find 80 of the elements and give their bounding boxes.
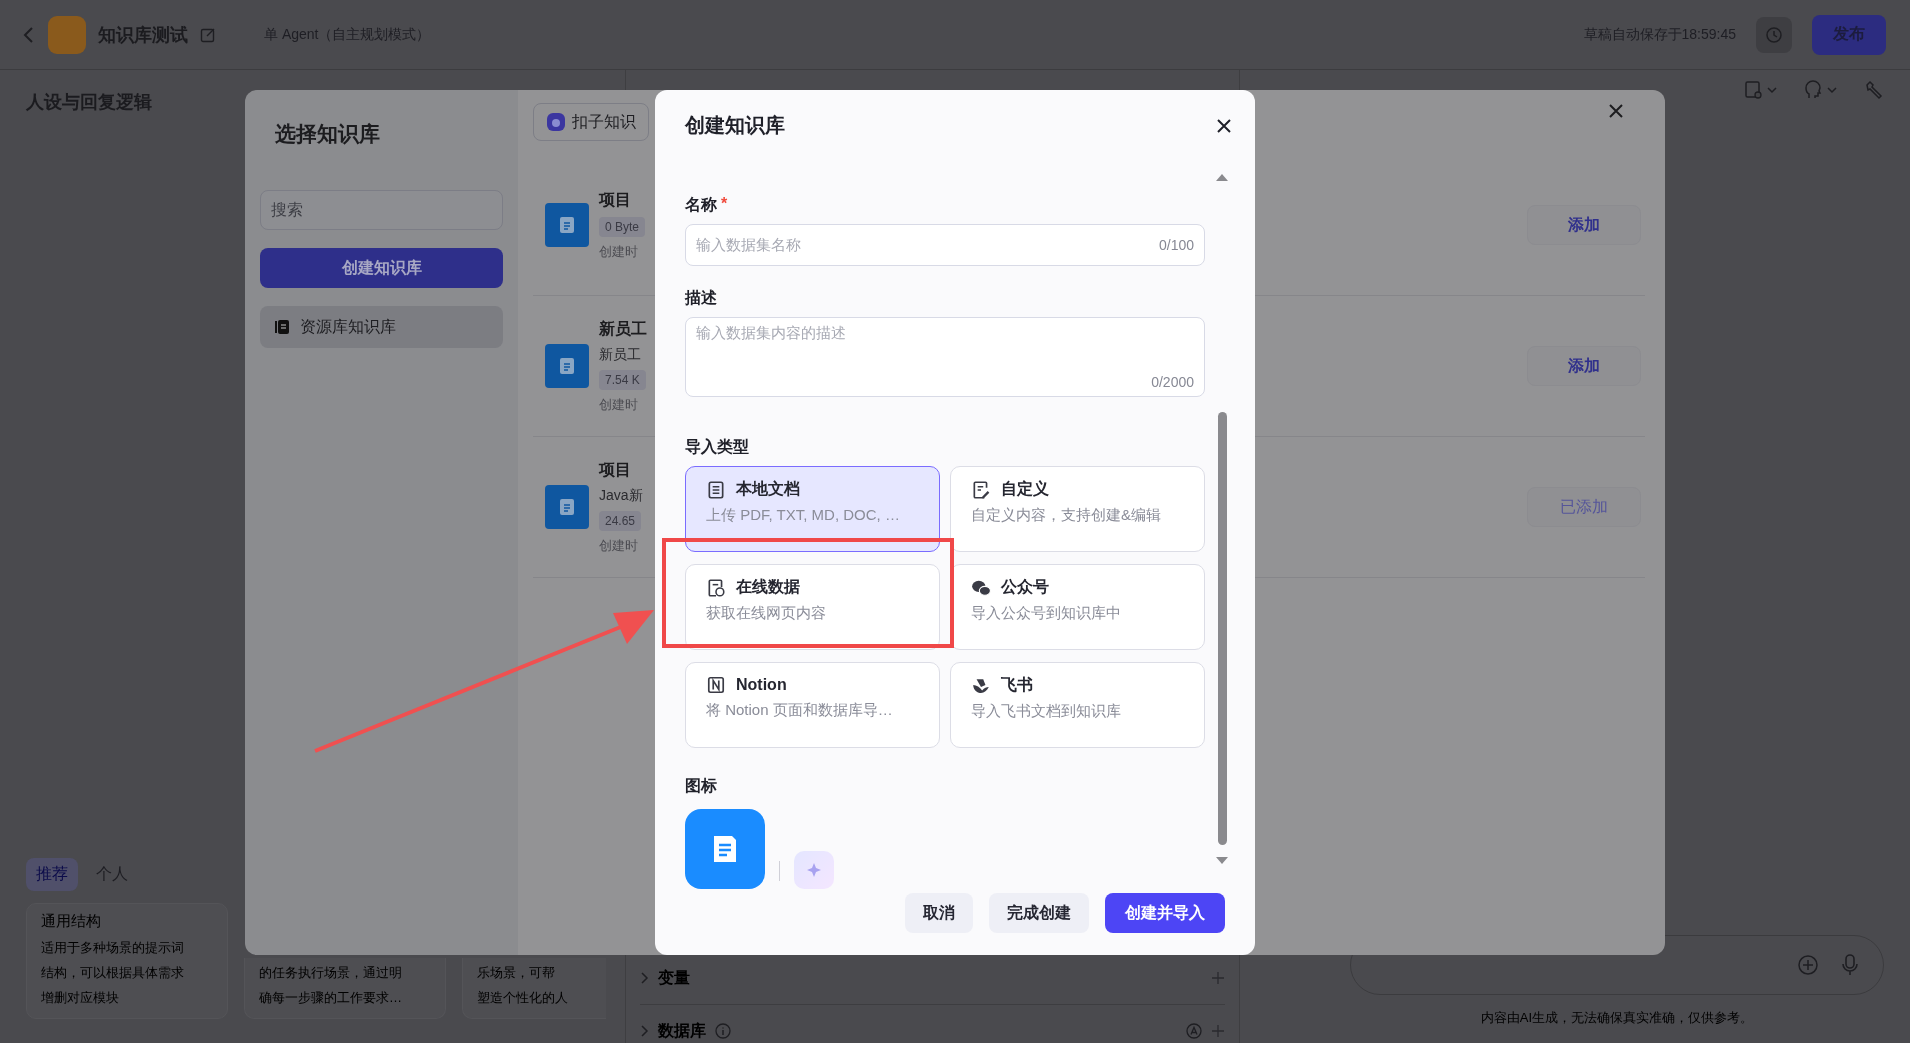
- knowledge-title: 项目: [599, 189, 631, 210]
- add-icon[interactable]: [1211, 1024, 1225, 1038]
- dialog-button[interactable]: 创建并导入: [1105, 893, 1225, 933]
- created-time: 创建时: [599, 395, 638, 414]
- chevron-icon[interactable]: [640, 1024, 650, 1038]
- web-document-icon: [706, 577, 726, 598]
- add-button[interactable]: 添加: [1527, 346, 1641, 386]
- dialog-button[interactable]: 完成创建: [989, 893, 1089, 933]
- dialog-button[interactable]: 取消: [905, 893, 973, 933]
- microphone-icon[interactable]: [1841, 953, 1859, 977]
- import-type-option[interactable]: 本地文档 上传 PDF, TXT, MD, DOC, …: [685, 466, 940, 552]
- config-row[interactable]: 数据库: [640, 1004, 1225, 1043]
- template-description: 增删对应模块: [41, 989, 120, 1007]
- size-tag: 0 Byte: [599, 216, 646, 237]
- knowledge-title: 新员工: [599, 318, 647, 339]
- book-icon: [274, 319, 290, 335]
- name-field[interactable]: 输入数据集名称 0/100: [685, 224, 1205, 266]
- field-label: 图标: [685, 776, 717, 796]
- document-icon: [545, 344, 589, 388]
- scroll-up-icon[interactable]: [1215, 172, 1229, 182]
- created-time: 创建时: [599, 242, 638, 261]
- field-label: 名称: [685, 195, 717, 215]
- scroll-down-icon[interactable]: [1215, 856, 1229, 866]
- info-icon[interactable]: [714, 1022, 732, 1040]
- dialog-title: 创建知识库: [685, 113, 785, 138]
- description-field[interactable]: 输入数据集内容的描述 0/2000: [685, 317, 1205, 397]
- bot-icon: [546, 112, 566, 132]
- template-title: 通用结构: [41, 912, 102, 931]
- import-type-option[interactable]: 飞书 导入飞书文档到知识库: [950, 662, 1205, 748]
- dialog-title: 选择知识库: [275, 121, 381, 147]
- notion-icon: [706, 675, 726, 695]
- knowledge-description: 新员工: [599, 345, 641, 364]
- document-icon[interactable]: [685, 809, 765, 889]
- config-label: 数据库: [658, 1020, 706, 1041]
- import-type-option[interactable]: 在线数据 获取在线网页内容: [685, 564, 940, 650]
- source-chip[interactable]: 扣子知识: [533, 103, 649, 141]
- field-label: 导入类型: [685, 437, 749, 457]
- import-type-option[interactable]: 自定义 自定义内容，支持创建&编辑: [950, 466, 1205, 552]
- chevron-icon[interactable]: [640, 971, 650, 985]
- edit-icon[interactable]: [200, 26, 216, 43]
- import-type-option[interactable]: Notion 将 Notion 页面和数据库导…: [685, 662, 940, 748]
- add-button[interactable]: 已添加: [1527, 487, 1641, 527]
- document-settings-icon[interactable]: [1744, 80, 1780, 100]
- document-icon: [545, 485, 589, 529]
- document-icon: [545, 203, 589, 247]
- template-description: 的任务执行场景，通过明: [259, 964, 403, 982]
- scrollbar[interactable]: [1218, 412, 1227, 845]
- add-button[interactable]: 添加: [1527, 205, 1641, 245]
- created-time: 创建时: [599, 536, 638, 555]
- close-icon[interactable]: [1607, 102, 1625, 120]
- add-icon[interactable]: [1211, 971, 1225, 985]
- search-field[interactable]: 搜索: [260, 190, 503, 230]
- nav-item[interactable]: 资源库知识库: [260, 306, 503, 348]
- create-button[interactable]: 创建知识库: [260, 248, 503, 288]
- history-icon[interactable]: [1756, 16, 1792, 53]
- template-tab[interactable]: 推荐: [26, 858, 78, 891]
- template-card[interactable]: 乐场景，可帮 塑造个性化的人: [462, 958, 606, 1019]
- knowledge-description: Java新: [599, 486, 643, 505]
- wrench-icon[interactable]: [1864, 80, 1884, 100]
- back-icon[interactable]: [22, 24, 36, 45]
- size-tag: 24.65: [599, 510, 642, 531]
- template-description: 乐场景，可帮: [477, 964, 556, 982]
- add-circle-icon[interactable]: [1797, 954, 1819, 976]
- auto-icon[interactable]: [1185, 1022, 1203, 1040]
- template-description: 塑造个性化的人: [477, 989, 569, 1007]
- disclaimer: 内容由AI生成，无法确保真实准确，仅供参考。: [1479, 1009, 1755, 1027]
- app-logo: [48, 15, 86, 54]
- template-description: 适用于多种场景的提示词: [41, 939, 185, 957]
- document-icon: [706, 479, 726, 500]
- config-label: 变量: [658, 967, 690, 988]
- template-card[interactable]: 通用结构 适用于多种场景的提示词 结构，可以根据具体需求 增删对应模块: [26, 903, 228, 1019]
- template-description: 结构，可以根据具体需求: [41, 964, 185, 982]
- size-tag: 7.54 K: [599, 369, 646, 390]
- field-label: 描述: [685, 288, 717, 308]
- required-mark: *: [721, 195, 728, 214]
- sparkle-icon[interactable]: [794, 851, 834, 889]
- close-icon[interactable]: [1215, 116, 1233, 135]
- head-icon[interactable]: [1804, 80, 1840, 100]
- knowledge-title: 项目: [599, 459, 631, 480]
- edit-document-icon: [971, 479, 991, 500]
